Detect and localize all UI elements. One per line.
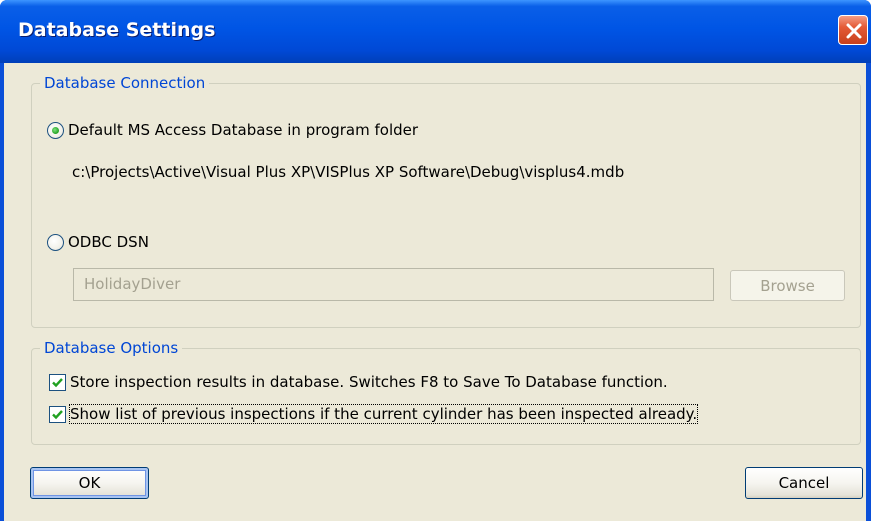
ok-button[interactable]: OK <box>30 467 149 499</box>
title-bar[interactable]: Database Settings <box>0 0 871 63</box>
default-access-label[interactable]: Default MS Access Database in program fo… <box>68 121 418 139</box>
database-options-group: Database Options <box>31 338 861 445</box>
default-database-path: c:\Projects\Active\Visual Plus XP\VISPlu… <box>72 163 625 181</box>
odbc-dsn-radio-option[interactable]: ODBC DSN <box>47 233 149 251</box>
dialog-body: Database Connection Default MS Access Da… <box>4 63 866 521</box>
default-access-radio-option[interactable]: Default MS Access Database in program fo… <box>47 121 418 139</box>
show-previous-checkbox[interactable] <box>49 405 66 423</box>
show-previous-option[interactable]: Show list of previous inspections if the… <box>49 404 699 424</box>
store-results-option[interactable]: Store inspection results in database. Sw… <box>49 373 668 391</box>
cancel-button[interactable]: Cancel <box>745 467 863 499</box>
dialog-window: Database Settings Database Connection De… <box>0 0 871 521</box>
store-results-checkbox[interactable] <box>49 373 66 391</box>
database-options-group-title: Database Options <box>40 338 183 358</box>
default-access-radio[interactable] <box>47 121 64 139</box>
close-icon <box>846 23 862 39</box>
browse-button[interactable]: Browse <box>730 270 845 301</box>
odbc-dsn-label[interactable]: ODBC DSN <box>68 233 149 251</box>
store-results-label[interactable]: Store inspection results in database. Sw… <box>70 373 668 391</box>
dsn-input[interactable]: HolidayDiver <box>73 268 714 301</box>
checkmark-icon <box>52 377 63 387</box>
database-connection-group-title: Database Connection <box>40 73 210 93</box>
show-previous-label[interactable]: Show list of previous inspections if the… <box>68 404 699 424</box>
close-button[interactable] <box>838 15 868 45</box>
window-title: Database Settings <box>18 19 216 41</box>
odbc-dsn-radio[interactable] <box>47 233 64 251</box>
checkmark-icon <box>52 409 63 419</box>
